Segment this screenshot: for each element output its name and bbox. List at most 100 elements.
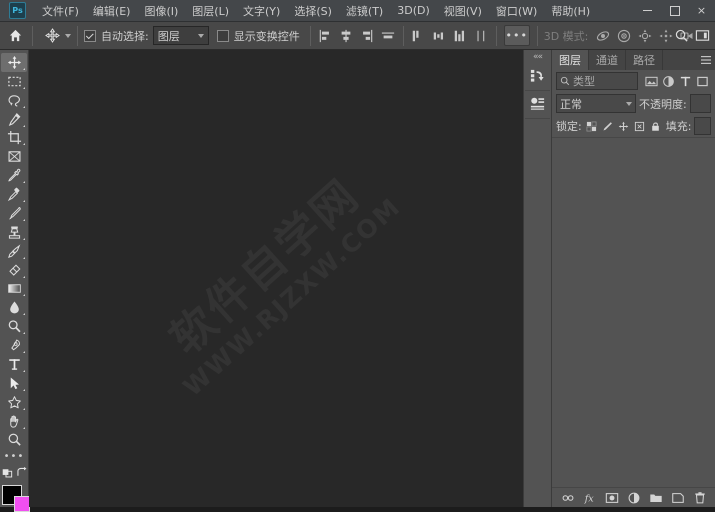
zoom-tool[interactable] [1, 431, 27, 450]
dodge-tool[interactable] [1, 317, 27, 336]
filter-adjustment-layers-button[interactable] [660, 73, 676, 89]
search-icon [560, 76, 570, 86]
filter-shape-layers-icon [696, 75, 709, 88]
distribute-vertical-centers-button[interactable] [429, 25, 450, 46]
show-transform-controls-checkbox[interactable] [217, 30, 229, 42]
rectangular-marquee-tool[interactable] [1, 72, 27, 91]
history-brush-tool[interactable] [1, 242, 27, 261]
menu-filter[interactable]: 滤镜(T) [339, 0, 390, 22]
auto-select-target-value: 图层 [158, 28, 180, 44]
align-left-edges-button[interactable] [315, 25, 336, 46]
horizontal-type-tool[interactable] [1, 355, 27, 374]
layer-filter-kind-dropdown[interactable]: 类型 [556, 72, 638, 90]
tab-layers[interactable]: 图层 [552, 50, 589, 70]
gradient-tool[interactable] [1, 280, 27, 299]
distribute-bottom-edges-button[interactable] [450, 25, 471, 46]
menu-layer[interactable]: 图层(L) [185, 0, 236, 22]
lock-transparent-pixels-icon [586, 121, 597, 132]
lock-artboard-nesting-button[interactable] [633, 119, 647, 133]
spot-healing-brush-tool[interactable] [1, 185, 27, 204]
menu-help[interactable]: 帮助(H) [544, 0, 597, 22]
menu-file[interactable]: 文件(F) [35, 0, 86, 22]
search-button[interactable] [671, 25, 692, 46]
tool-flyout-indicator [23, 200, 25, 202]
align-horizontal-centers-button[interactable] [336, 25, 357, 46]
tool-preset-picker[interactable] [37, 27, 73, 45]
distribute-top-edges-button[interactable] [408, 25, 429, 46]
lock-artboard-nesting-icon [634, 121, 645, 132]
auto-select-target-dropdown[interactable]: 图层 [153, 26, 209, 45]
document-canvas[interactable]: 软件自学网 WWW.RJZXW.COM [29, 50, 523, 507]
frame-tool[interactable] [1, 147, 27, 166]
lock-position-button[interactable] [617, 119, 631, 133]
delete-layer-button[interactable] [692, 490, 708, 506]
eraser-tool[interactable] [1, 261, 27, 280]
menu-select[interactable]: 选择(S) [287, 0, 339, 22]
expand-panels-button[interactable]: «« [524, 50, 551, 63]
new-group-folder-icon [649, 491, 663, 505]
align-right-edges-button[interactable] [357, 25, 378, 46]
filter-type-layers-button[interactable] [677, 73, 693, 89]
blend-mode-dropdown[interactable]: 正常 [556, 94, 636, 113]
eyedropper-tool[interactable] [1, 166, 27, 185]
roll-3d-object-button[interactable] [613, 25, 634, 46]
brush-tool[interactable] [1, 204, 27, 223]
add-layer-mask-button[interactable] [604, 490, 620, 506]
menu-image[interactable]: 图像(I) [137, 0, 185, 22]
menu-edit[interactable]: 编辑(E) [86, 0, 138, 22]
quick-mask-button[interactable] [1, 466, 15, 479]
menu-3d[interactable]: 3D(D) [390, 1, 437, 20]
menu-type[interactable]: 文字(Y) [236, 0, 287, 22]
properties-panel-icon-button[interactable] [525, 91, 550, 119]
lock-transparent-pixels-button[interactable] [585, 119, 599, 133]
hand-tool[interactable] [1, 412, 27, 431]
close-button[interactable]: × [688, 0, 715, 21]
quick-selection-tool[interactable] [1, 110, 27, 129]
maximize-button[interactable] [661, 0, 688, 21]
lasso-tool[interactable] [1, 91, 27, 110]
clone-stamp-tool[interactable] [1, 223, 27, 242]
link-layers-button[interactable] [560, 490, 576, 506]
distribute-left-edges-button[interactable] [471, 25, 492, 46]
history-panel-icon-button[interactable] [525, 63, 550, 91]
new-layer-button[interactable] [670, 490, 686, 506]
rotate-3d-object-button[interactable] [592, 25, 613, 46]
menu-window[interactable]: 窗口(W) [489, 0, 544, 22]
new-group-button[interactable] [648, 490, 664, 506]
tab-paths[interactable]: 路径 [626, 50, 663, 70]
fill-input[interactable] [694, 117, 711, 135]
tab-channels[interactable]: 通道 [589, 50, 626, 70]
background-color-swatch[interactable] [14, 496, 30, 512]
move-tool[interactable] [1, 53, 27, 72]
screen-mode-icon [15, 466, 29, 479]
filter-pixel-layers-button[interactable] [643, 73, 659, 89]
pen-tool[interactable] [1, 336, 27, 355]
move-tool-icon [7, 55, 22, 70]
lock-image-pixels-button[interactable] [601, 119, 615, 133]
workspace-switcher-button[interactable] [692, 25, 713, 46]
more-options-button[interactable]: ••• [504, 25, 530, 46]
lock-all-button[interactable] [649, 119, 663, 133]
panel-menu-button[interactable] [700, 50, 712, 70]
opacity-input[interactable] [690, 94, 711, 113]
new-adjustment-layer-button[interactable] [626, 490, 642, 506]
screen-mode-button[interactable] [15, 466, 29, 479]
auto-select-checkbox[interactable] [84, 30, 96, 42]
layer-style-button[interactable]: fx [582, 490, 598, 506]
minimize-button[interactable] [634, 0, 661, 21]
custom-shape-tool[interactable] [1, 393, 27, 412]
drag-3d-object-button[interactable] [634, 25, 655, 46]
path-selection-tool[interactable] [1, 374, 27, 393]
tool-flyout-indicator [23, 257, 25, 259]
home-button[interactable] [2, 23, 28, 49]
menu-view[interactable]: 视图(V) [437, 0, 489, 22]
filter-smart-object-button[interactable] [711, 73, 715, 89]
filter-shape-layers-button[interactable] [694, 73, 710, 89]
blur-tool[interactable] [1, 298, 27, 317]
tool-flyout-indicator [23, 294, 25, 296]
layers-list[interactable] [552, 137, 715, 487]
align-top-edges-button[interactable] [378, 25, 399, 46]
tool-flyout-indicator [23, 106, 25, 108]
edit-toolbar-button[interactable]: ••• [1, 449, 27, 464]
crop-tool[interactable] [1, 129, 27, 148]
